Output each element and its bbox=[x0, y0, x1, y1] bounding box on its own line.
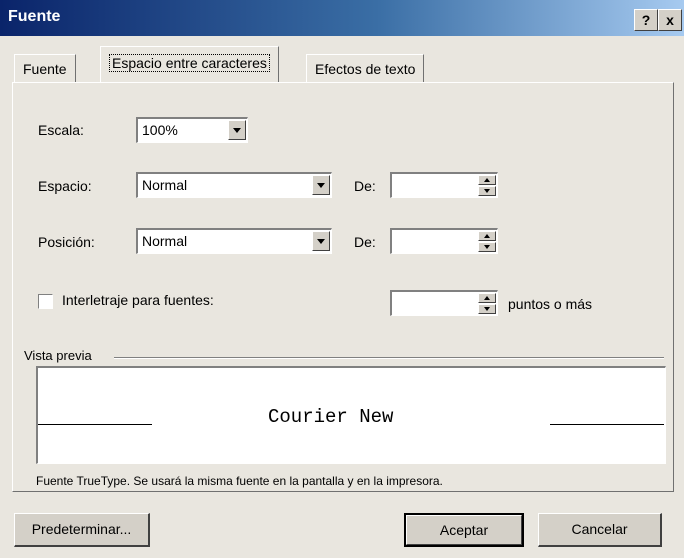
tab-label: Efectos de texto bbox=[315, 61, 416, 77]
chevron-down-icon[interactable] bbox=[312, 175, 330, 195]
spin-down-icon[interactable] bbox=[478, 186, 496, 196]
posicion-de-spinner[interactable] bbox=[390, 228, 498, 254]
interletraje-label: Interletraje para fuentes: bbox=[62, 292, 214, 308]
preview-group-label: Vista previa bbox=[24, 348, 92, 363]
interletraje-checkbox[interactable] bbox=[38, 294, 53, 309]
preview-note: Fuente TrueType. Se usará la misma fuent… bbox=[36, 474, 443, 488]
tab-espacio-entre-caracteres[interactable]: Espacio entre caracteres bbox=[100, 46, 279, 82]
help-button[interactable]: ? bbox=[634, 9, 658, 31]
tab-label: Espacio entre caracteres bbox=[109, 54, 270, 72]
spin-up-icon[interactable] bbox=[478, 175, 496, 185]
escala-select[interactable]: 100% bbox=[136, 117, 248, 143]
title-bar: Fuente ? x bbox=[0, 0, 684, 36]
posicion-de-label: De: bbox=[354, 234, 376, 250]
espacio-de-spinner[interactable] bbox=[390, 172, 498, 198]
escala-value: 100% bbox=[142, 122, 178, 138]
aceptar-label: Aceptar bbox=[439, 522, 489, 538]
escala-label: Escala: bbox=[38, 122, 84, 138]
espacio-label: Espacio: bbox=[38, 178, 92, 194]
predeterminar-button[interactable]: Predeterminar... bbox=[14, 513, 150, 547]
chevron-down-icon[interactable] bbox=[312, 231, 330, 251]
tab-fuente[interactable]: Fuente bbox=[14, 54, 76, 82]
close-button[interactable]: x bbox=[658, 9, 682, 31]
cancelar-button[interactable]: Cancelar bbox=[538, 513, 662, 547]
preview-baseline-left bbox=[38, 424, 152, 425]
aceptar-button[interactable]: Aceptar bbox=[404, 513, 524, 547]
espacio-select[interactable]: Normal bbox=[136, 172, 332, 198]
preview-baseline-right bbox=[550, 424, 664, 425]
espacio-de-label: De: bbox=[354, 178, 376, 194]
chevron-down-icon[interactable] bbox=[228, 120, 246, 140]
spin-down-icon[interactable] bbox=[478, 304, 496, 314]
posicion-value: Normal bbox=[142, 233, 188, 249]
window-title: Fuente bbox=[8, 8, 61, 25]
preview-group-divider bbox=[114, 357, 664, 359]
interletraje-spinner[interactable] bbox=[390, 290, 498, 316]
interletraje-suffix: puntos o más bbox=[508, 296, 593, 312]
spin-up-icon[interactable] bbox=[478, 231, 496, 241]
posicion-select[interactable]: Normal bbox=[136, 228, 332, 254]
preview-sample-text: Courier New bbox=[268, 406, 394, 428]
posicion-label: Posición: bbox=[38, 234, 95, 250]
spin-up-icon[interactable] bbox=[478, 293, 496, 303]
preview-box: Courier New bbox=[36, 366, 666, 464]
spin-down-icon[interactable] bbox=[478, 242, 496, 252]
tab-label: Fuente bbox=[23, 61, 67, 77]
espacio-value: Normal bbox=[142, 177, 188, 193]
tab-efectos-de-texto[interactable]: Efectos de texto bbox=[306, 54, 425, 82]
